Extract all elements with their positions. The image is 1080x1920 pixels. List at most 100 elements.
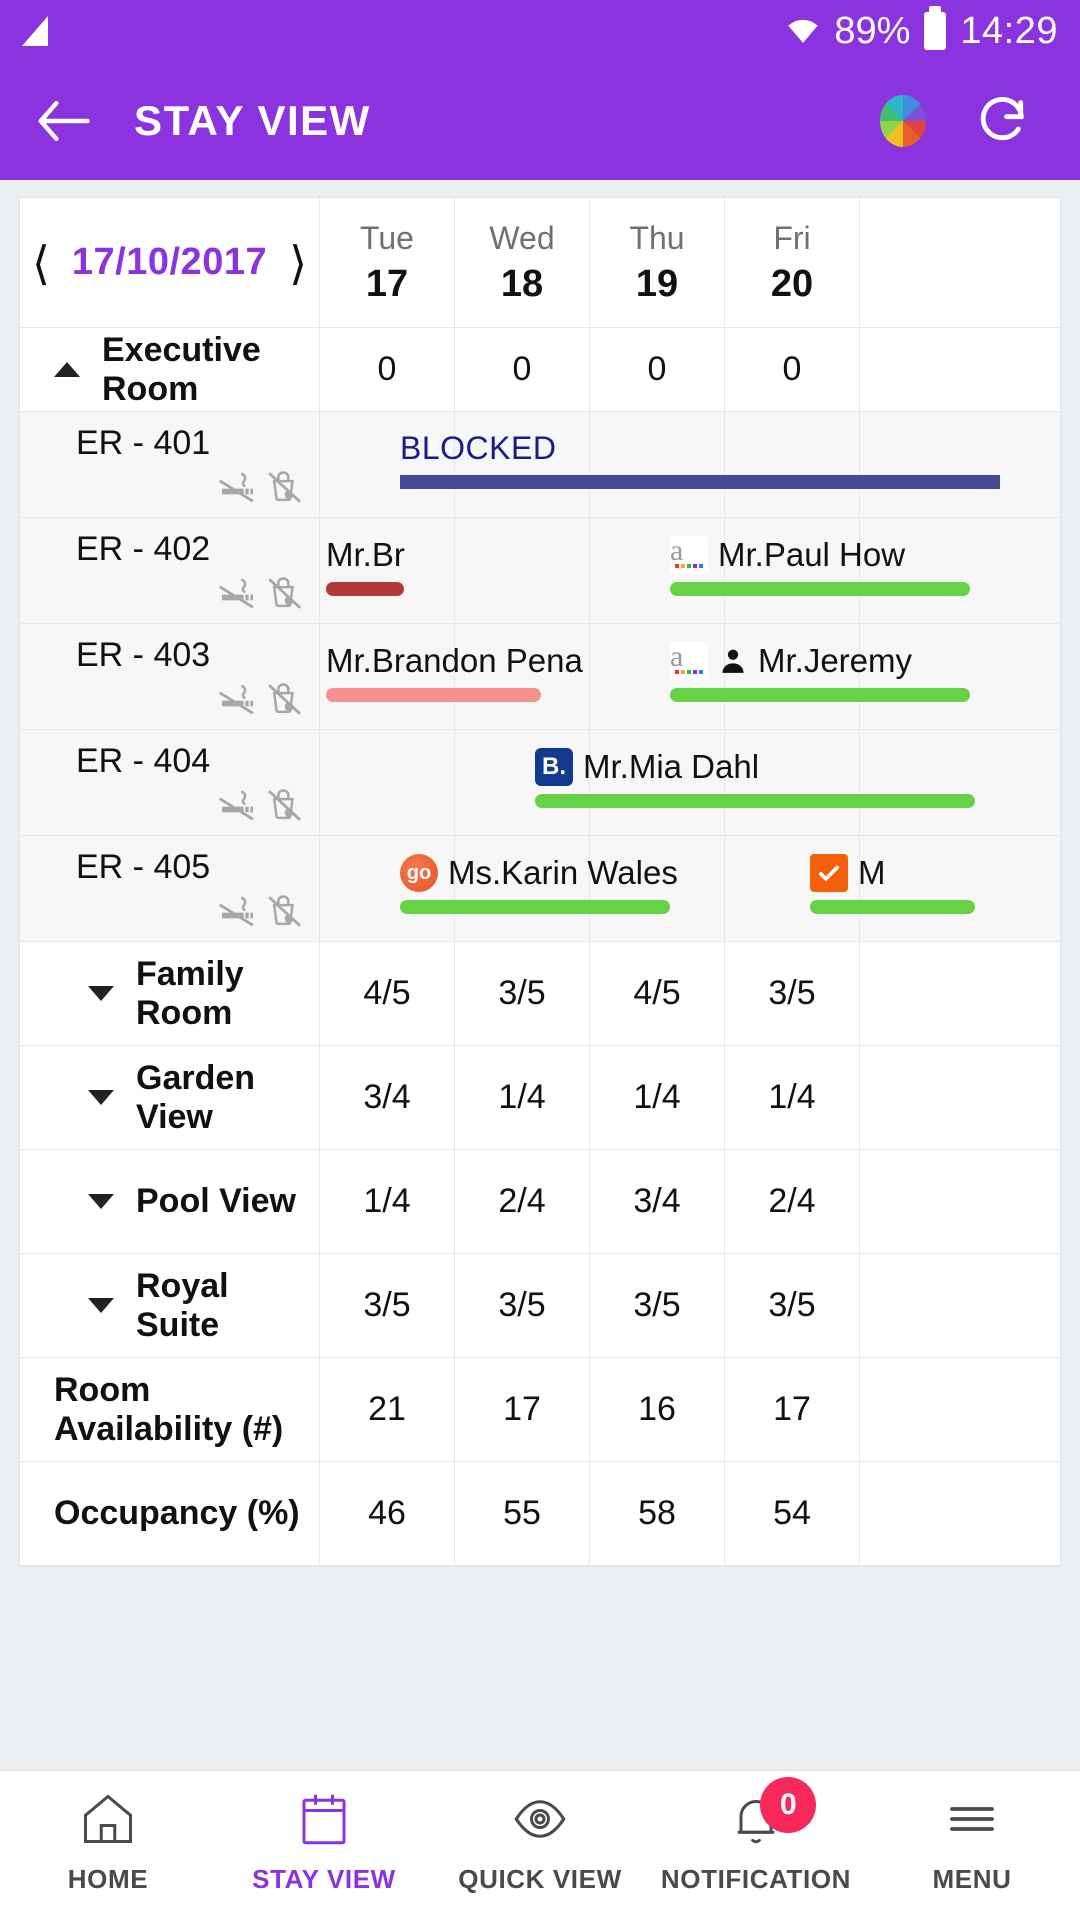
selected-date-label[interactable]: 17/10/2017 — [72, 241, 267, 284]
chevron-right-icon[interactable]: ⟩ — [289, 240, 307, 286]
reservation-bar[interactable] — [326, 688, 541, 702]
reservation-guest-label: Mr.Br — [326, 536, 405, 574]
signal-icon — [22, 16, 48, 46]
nav-item-quick-view[interactable]: QUICK VIEW — [432, 1789, 648, 1895]
reservation-guest-label: Mr.Paul How — [718, 536, 905, 574]
reservation-bar[interactable] — [400, 900, 670, 914]
date-navigator[interactable]: ⟨ 17/10/2017 ⟩ — [20, 198, 320, 327]
room-row[interactable]: ER - 404 B.Mr.Mia Dahl — [20, 730, 1060, 836]
room-row[interactable]: ER - 405 goMs.Karin Wales M — [20, 836, 1060, 942]
room-number-label: ER - 401 — [76, 424, 210, 462]
reservation-bar[interactable] — [810, 900, 975, 914]
summary-value-cell: 21 — [320, 1358, 455, 1461]
day-number-label: 20 — [771, 263, 813, 306]
room-amenity-icons — [217, 785, 305, 825]
reservation-bar[interactable] — [670, 582, 970, 596]
room-number-label: ER - 405 — [76, 848, 210, 886]
no-smoking-icon — [217, 891, 257, 931]
summary-row: Room Availability (#)21171617 — [20, 1358, 1060, 1462]
reservation-block[interactable]: BLOCKED — [400, 430, 1000, 489]
room-group-name: Royal Suite — [136, 1267, 319, 1345]
chevron-down-icon[interactable] — [88, 986, 114, 1001]
summary-value-cell: 17 — [725, 1358, 860, 1461]
room-label-cell[interactable]: ER - 403 — [20, 624, 320, 729]
room-group-header[interactable]: Executive Room 0 0 0 0 — [20, 328, 1060, 412]
reservation-block[interactable]: aMr.Jeremy — [670, 642, 970, 702]
grid-header-row: ⟨ 17/10/2017 ⟩ Tue 17 Wed 18 Thu — [20, 198, 1060, 328]
nav-item-home[interactable]: HOME — [0, 1789, 216, 1895]
reservation-block[interactable]: B.Mr.Mia Dahl — [535, 748, 975, 808]
summary-label: Room Availability (#) — [54, 1371, 319, 1449]
refresh-icon[interactable] — [974, 91, 1030, 152]
room-group-header[interactable]: Garden View3/41/41/41/4 — [20, 1046, 1060, 1150]
page-title: STAY VIEW — [134, 97, 371, 145]
reservation-block[interactable]: M — [810, 854, 975, 914]
room-amenity-icons — [217, 573, 305, 613]
room-timeline[interactable]: B.Mr.Mia Dahl — [320, 730, 1060, 835]
room-amenity-icons — [217, 891, 305, 931]
reservation-bar[interactable] — [326, 582, 404, 596]
room-label-cell[interactable]: ER - 405 — [20, 836, 320, 941]
chevron-down-icon[interactable] — [88, 1298, 114, 1313]
chevron-down-icon[interactable] — [88, 1194, 114, 1209]
summary-value-cell: 54 — [725, 1462, 860, 1565]
group-availability-cell: 3/5 — [455, 1254, 590, 1357]
room-label-cell[interactable]: ER - 401 — [20, 412, 320, 517]
group-availability-cell: 3/4 — [320, 1046, 455, 1149]
agoda-channel-icon: a — [670, 642, 708, 680]
room-timeline[interactable]: BLOCKED — [320, 412, 1060, 517]
nav-label-notification: NOTIFICATION — [661, 1864, 851, 1895]
nav-item-menu[interactable]: MENU — [864, 1789, 1080, 1895]
chevron-down-icon[interactable] — [88, 1090, 114, 1105]
room-timeline[interactable]: Mr.Brandon Pena aMr.Jeremy — [320, 624, 1060, 729]
room-row[interactable]: ER - 403 Mr.Brandon Pena aMr.Jeremy — [20, 624, 1060, 730]
back-button[interactable] — [34, 92, 92, 150]
room-number-label: ER - 403 — [76, 636, 210, 674]
room-amenity-icons — [217, 679, 305, 719]
stay-view-grid[interactable]: ⟨ 17/10/2017 ⟩ Tue 17 Wed 18 Thu — [0, 180, 1080, 1770]
room-timeline[interactable]: goMs.Karin Wales M — [320, 836, 1060, 941]
day-column-header[interactable]: Fri 20 — [725, 198, 860, 327]
nav-item-notification[interactable]: 0 NOTIFICATION — [648, 1789, 864, 1895]
reservation-bar[interactable] — [535, 794, 975, 808]
chevron-up-icon[interactable] — [54, 362, 80, 377]
no-pets-icon — [265, 467, 305, 507]
room-row[interactable]: ER - 402Mr.Br aMr.Paul How — [20, 518, 1060, 624]
room-row[interactable]: ER - 401 BLOCKED — [20, 412, 1060, 518]
room-group-header[interactable]: Family Room4/53/54/53/5 — [20, 942, 1060, 1046]
reservation-block[interactable]: Mr.Brandon Pena — [326, 642, 541, 702]
reservation-bar[interactable] — [400, 475, 1000, 489]
room-rows: ER - 401BLOCKEDER - 402Mr.BraMr.Paul How… — [20, 412, 1060, 942]
nav-label-stay-view: STAY VIEW — [252, 1864, 396, 1895]
color-wheel-icon[interactable] — [880, 95, 926, 147]
room-timeline[interactable]: Mr.Br aMr.Paul How — [320, 518, 1060, 623]
reservation-bar[interactable] — [670, 688, 970, 702]
room-label-cell[interactable]: ER - 402 — [20, 518, 320, 623]
nav-item-stay-view[interactable]: STAY VIEW — [216, 1789, 432, 1895]
chevron-left-icon[interactable]: ⟨ — [32, 240, 50, 286]
day-column-header[interactable]: Thu 19 — [590, 198, 725, 327]
group-availability-cell: 3/5 — [725, 942, 860, 1045]
group-availability-cell: 3/4 — [590, 1150, 725, 1253]
reservation-block[interactable]: goMs.Karin Wales — [400, 854, 670, 914]
day-column-header[interactable]: Wed 18 — [455, 198, 590, 327]
day-column-header[interactable]: Tue 17 — [320, 198, 455, 327]
no-smoking-icon — [217, 679, 257, 719]
group-availability-cell: 4/5 — [590, 942, 725, 1045]
reservation-block[interactable]: aMr.Paul How — [670, 536, 970, 596]
summary-row: Occupancy (%)46555854 — [20, 1462, 1060, 1566]
reservation-block[interactable]: Mr.Br — [326, 536, 404, 596]
no-pets-icon — [265, 573, 305, 613]
summary-value-cell: 17 — [455, 1358, 590, 1461]
status-bar-right: 89% 14:29 — [786, 10, 1058, 53]
summary-value-cell: 16 — [590, 1358, 725, 1461]
group-availability-cell: 2/4 — [455, 1150, 590, 1253]
day-of-week-label: Thu — [629, 220, 684, 257]
room-group-header[interactable]: Pool View1/42/43/42/4 — [20, 1150, 1060, 1254]
room-group-name: Garden View — [136, 1059, 319, 1137]
group-availability-cell: 3/5 — [455, 942, 590, 1045]
room-group-header[interactable]: Royal Suite3/53/53/53/5 — [20, 1254, 1060, 1358]
day-of-week-label: Wed — [489, 220, 554, 257]
room-label-cell[interactable]: ER - 404 — [20, 730, 320, 835]
day-of-week-label: Tue — [360, 220, 414, 257]
